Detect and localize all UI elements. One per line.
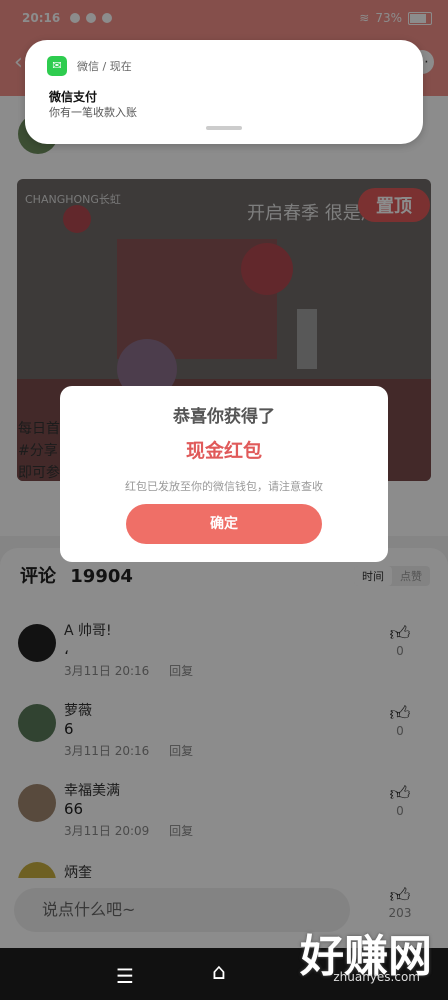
notification-app: 微信 / 现在 — [77, 60, 132, 73]
notification-handle[interactable] — [206, 126, 242, 130]
system-nav-bar: ☰ ⌂ 好赚网 zhuanyes.com — [0, 931, 448, 1000]
wechat-icon: ✉ — [47, 56, 67, 76]
menu-icon[interactable]: ☰ — [116, 964, 134, 988]
modal-description: 红包已发放至你的微信钱包，请注意查收 — [125, 480, 323, 493]
wechat-notification[interactable]: ✉ 微信 / 现在 微信支付 你有一笔收款入账 — [25, 40, 423, 144]
watermark-url: zhuanyes.com — [333, 970, 420, 984]
home-icon[interactable]: ⌂ — [212, 960, 226, 985]
modal-reward: 现金红包 — [185, 440, 262, 462]
confirm-button[interactable]: 确定 — [126, 504, 322, 544]
reward-modal: 恭喜你获得了 现金红包 红包已发放至你的微信钱包，请注意查收 确定 — [60, 386, 388, 562]
notification-title: 微信支付 — [49, 90, 98, 104]
notification-body: 你有一笔收款入账 — [49, 106, 137, 119]
modal-title: 恭喜你获得了 — [173, 407, 275, 427]
